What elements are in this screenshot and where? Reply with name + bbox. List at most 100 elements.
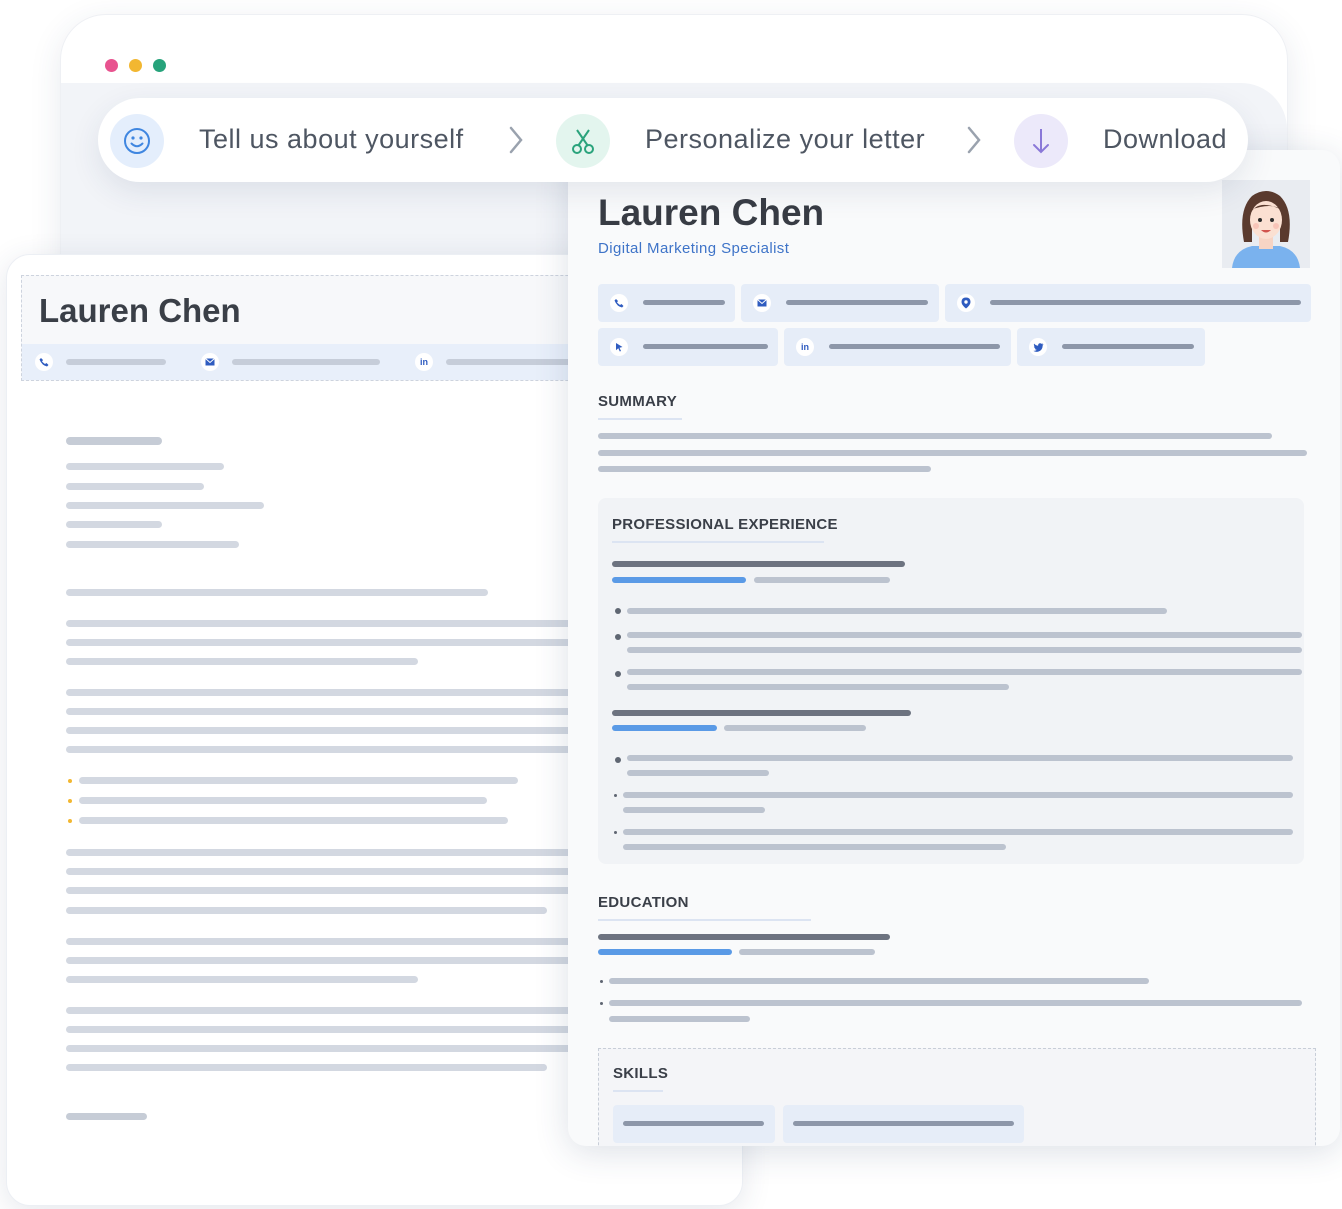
bullet-dot bbox=[600, 980, 603, 983]
skill-placeholder bbox=[623, 1121, 764, 1126]
education-detail-line bbox=[609, 978, 1149, 984]
email-placeholder bbox=[786, 300, 928, 305]
linkedin-icon: in bbox=[415, 353, 433, 371]
text-line bbox=[66, 620, 586, 627]
step-1-label[interactable]: Tell us about yourself bbox=[199, 124, 464, 155]
school-line bbox=[598, 949, 732, 955]
summary-line bbox=[598, 466, 931, 472]
education-heading: EDUCATION bbox=[598, 894, 689, 911]
phone-icon bbox=[610, 294, 628, 312]
text-line bbox=[66, 976, 418, 983]
contact-phone[interactable] bbox=[598, 284, 735, 322]
email-icon bbox=[201, 353, 219, 371]
resume-name: Lauren Chen bbox=[598, 192, 825, 233]
bullet-dot bbox=[615, 671, 621, 677]
email-icon bbox=[753, 294, 771, 312]
letter-name: Lauren Chen bbox=[39, 292, 241, 329]
contact-twitter[interactable] bbox=[1017, 328, 1205, 366]
contact-email[interactable] bbox=[741, 284, 939, 322]
signature-line bbox=[66, 1113, 147, 1120]
step-2-label[interactable]: Personalize your letter bbox=[645, 124, 925, 155]
contact-website[interactable] bbox=[598, 328, 778, 366]
experience-section[interactable]: PROFESSIONAL EXPERIENCE bbox=[598, 498, 1304, 864]
step-2-scissors-icon[interactable] bbox=[556, 114, 610, 168]
duty-line bbox=[627, 770, 769, 776]
job-title-line bbox=[612, 561, 905, 567]
chevron-right-icon bbox=[967, 126, 981, 154]
bullet-dot bbox=[600, 1002, 603, 1005]
location-placeholder bbox=[990, 300, 1301, 305]
website-placeholder bbox=[643, 344, 768, 349]
recipient-line bbox=[66, 541, 239, 548]
location-icon bbox=[957, 294, 975, 312]
duty-line bbox=[627, 669, 1302, 675]
skill-chip[interactable] bbox=[613, 1105, 775, 1143]
duty-line bbox=[627, 647, 1302, 653]
resume-job-title: Digital Marketing Specialist bbox=[598, 240, 790, 257]
duty-line bbox=[623, 844, 1006, 850]
text-line bbox=[66, 849, 586, 856]
education-detail-line bbox=[609, 1016, 750, 1022]
contact-location[interactable] bbox=[945, 284, 1311, 322]
text-line bbox=[66, 708, 586, 715]
experience-underline bbox=[612, 541, 824, 543]
minimize-window-dot[interactable] bbox=[129, 59, 142, 72]
text-line bbox=[66, 1045, 586, 1052]
text-line bbox=[66, 887, 586, 894]
date-line bbox=[724, 725, 866, 731]
skill-placeholder bbox=[793, 1121, 1014, 1126]
bullet-dot bbox=[614, 794, 617, 797]
text-line bbox=[66, 639, 586, 646]
duty-line bbox=[627, 608, 1167, 614]
duty-line bbox=[623, 792, 1293, 798]
step-3-label[interactable]: Download bbox=[1103, 124, 1227, 155]
degree-line bbox=[598, 934, 890, 940]
progress-stepper: Tell us about yourself Personalize your … bbox=[98, 98, 1248, 182]
profile-photo[interactable] bbox=[1222, 180, 1310, 268]
maximize-window-dot[interactable] bbox=[153, 59, 166, 72]
chevron-right-icon bbox=[509, 126, 523, 154]
step-3-download-arrow-icon[interactable] bbox=[1014, 114, 1068, 168]
bullet-dot bbox=[615, 634, 621, 640]
duty-line bbox=[627, 684, 1009, 690]
duty-line bbox=[627, 632, 1302, 638]
text-line bbox=[66, 1026, 586, 1033]
summary-heading: SUMMARY bbox=[598, 393, 678, 410]
text-line bbox=[66, 746, 586, 753]
recipient-line bbox=[66, 463, 224, 470]
close-window-dot[interactable] bbox=[105, 59, 118, 72]
step-1-smiley-icon[interactable] bbox=[110, 114, 164, 168]
summary-line bbox=[598, 433, 1272, 439]
recipient-name-line bbox=[66, 437, 162, 445]
recipient-line bbox=[66, 521, 162, 528]
bullet-line bbox=[79, 777, 518, 784]
phone-placeholder bbox=[643, 300, 725, 305]
summary-underline bbox=[598, 418, 682, 420]
date-line bbox=[754, 577, 890, 583]
bullet-dot bbox=[614, 831, 617, 834]
recipient-line bbox=[66, 483, 204, 490]
bullet-line bbox=[79, 797, 487, 804]
education-underline bbox=[598, 919, 811, 921]
company-line bbox=[612, 725, 717, 731]
job-title-line bbox=[612, 710, 911, 716]
bullet-dot bbox=[68, 799, 72, 803]
contact-linkedin[interactable]: in bbox=[784, 328, 1011, 366]
skills-section[interactable]: SKILLS bbox=[598, 1048, 1316, 1146]
cursor-icon bbox=[610, 338, 628, 356]
summary-line bbox=[598, 450, 1307, 456]
resume-preview[interactable]: Lauren Chen Digital Marketing Specialist bbox=[568, 150, 1340, 1146]
skill-chip[interactable] bbox=[783, 1105, 1024, 1143]
text-line bbox=[66, 1064, 547, 1071]
bullet-dot bbox=[68, 819, 72, 823]
twitter-placeholder bbox=[1062, 344, 1194, 349]
bullet-line bbox=[79, 817, 508, 824]
text-line bbox=[66, 689, 586, 696]
education-detail-line bbox=[609, 1000, 1302, 1006]
phone-icon bbox=[35, 353, 53, 371]
duty-line bbox=[627, 755, 1293, 761]
text-line bbox=[66, 868, 586, 875]
phone-placeholder bbox=[66, 359, 166, 365]
twitter-icon bbox=[1029, 338, 1047, 356]
duty-line bbox=[623, 829, 1293, 835]
